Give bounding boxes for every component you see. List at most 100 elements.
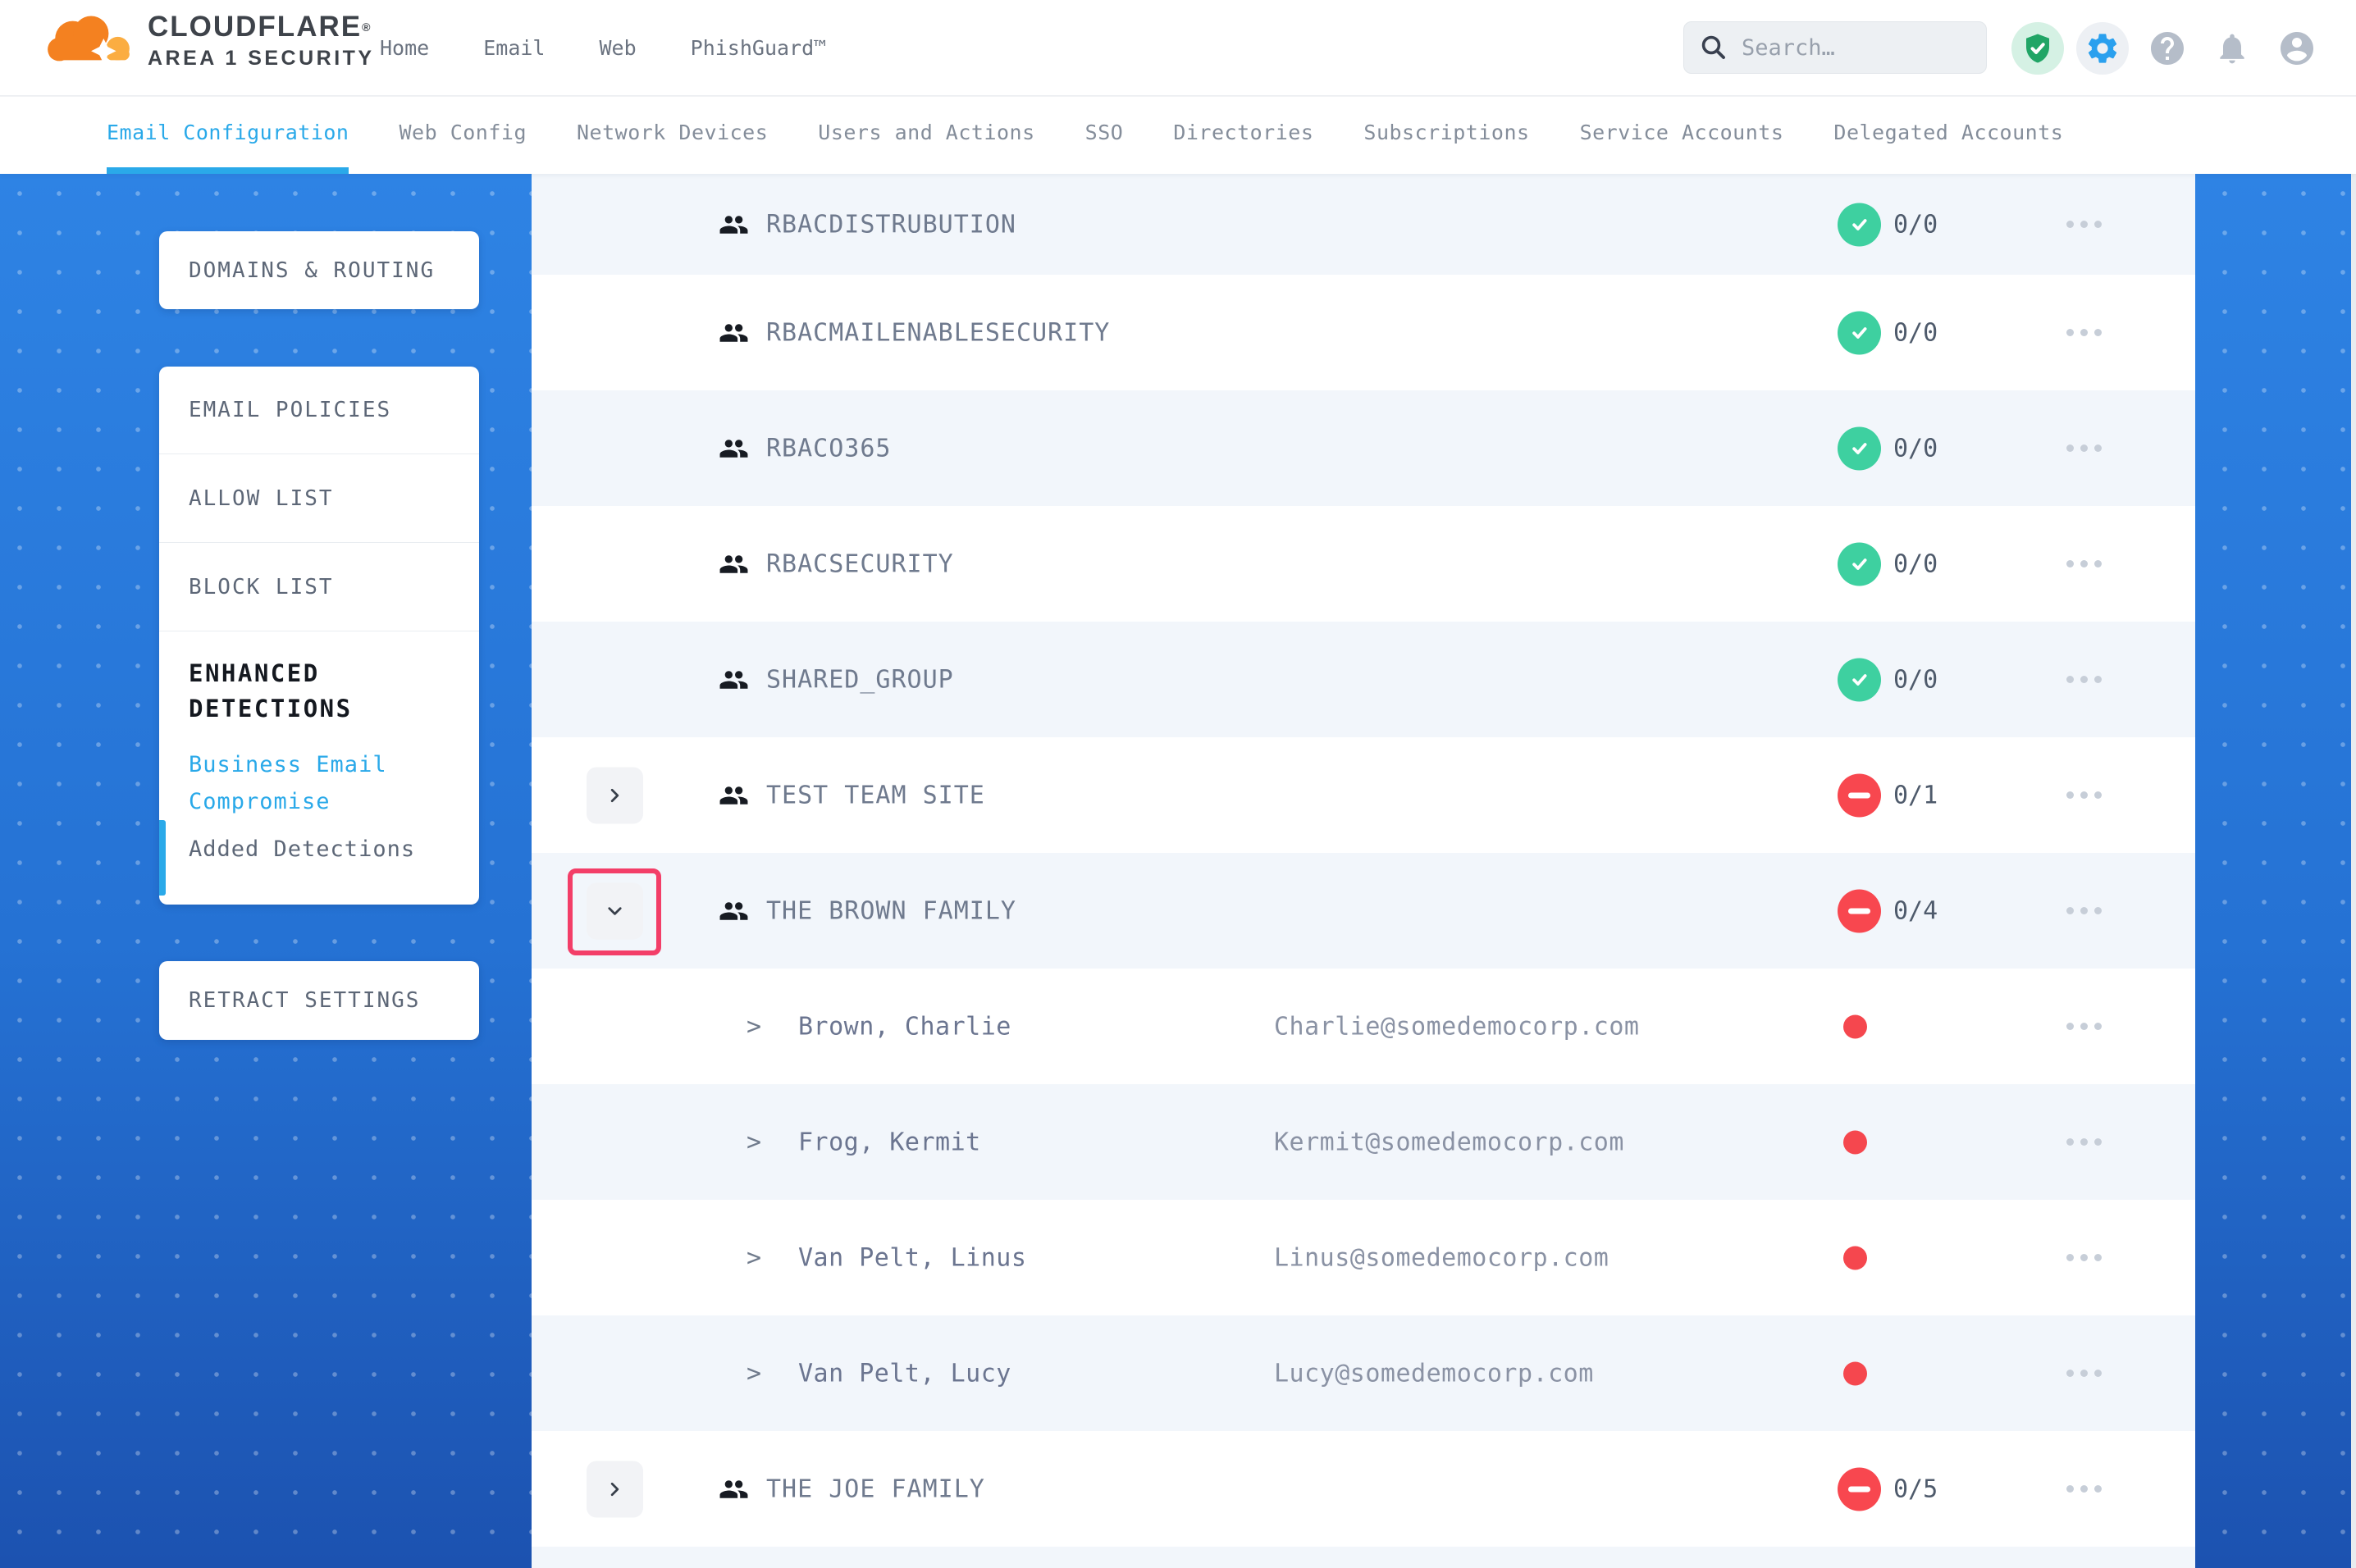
status-check-badge (1838, 542, 1881, 586)
member-count: 0/0 (1893, 549, 1938, 578)
member-count: 0/0 (1893, 665, 1938, 694)
account-button[interactable] (2271, 22, 2323, 75)
group-name: RBACSECURITY (766, 549, 954, 578)
table-row: THE JOE FAMILY 0/5 (532, 1431, 2195, 1547)
minus-icon (1848, 792, 1870, 798)
minus-icon (1848, 908, 1870, 914)
groups-table: RBACDISTRUBUTION 0/0 RBACMAILENABLESECUR… (532, 174, 2195, 1568)
member-name: Frog, Kermit (798, 1128, 981, 1156)
sidebar-item-retract-settings[interactable]: RETRACT SETTINGS (189, 988, 420, 1013)
scrollbar[interactable] (2351, 96, 2356, 1568)
tab-sso[interactable]: SSO (1085, 97, 1124, 174)
row-menu-button[interactable] (2046, 1465, 2121, 1514)
group-icon (719, 317, 749, 348)
group-icon (719, 433, 749, 463)
expand-button[interactable] (587, 1461, 643, 1517)
notifications-button[interactable] (2206, 22, 2258, 75)
top-header: CLOUDFLARE® AREA 1 SECURITY Home Email W… (0, 0, 2356, 96)
nav-web[interactable]: Web (599, 36, 636, 60)
member-count: 0/4 (1893, 896, 1938, 925)
status-dot (1843, 1246, 1867, 1269)
member-count: 0/0 (1893, 210, 1938, 239)
status-check-badge (1838, 203, 1881, 246)
security-shield-button[interactable] (2011, 22, 2064, 75)
sidebar-item-block-list[interactable]: BLOCK LIST (159, 542, 479, 631)
row-menu-button[interactable] (2046, 424, 2121, 473)
sidebar-card-retract-settings[interactable]: RETRACT SETTINGS (159, 961, 479, 1040)
nav-home[interactable]: Home (380, 36, 429, 60)
ellipsis-icon (2080, 560, 2088, 567)
status-minus-badge (1838, 889, 1881, 932)
bell-icon (2214, 30, 2250, 66)
group-name: TEST TEAM SITE (766, 781, 985, 809)
group-name: RBACDISTRUBUTION (766, 210, 1016, 239)
member-email: Linus@somedemocorp.com (1274, 1243, 1609, 1272)
table-row: SHARED_GROUP 0/0 (532, 622, 2195, 737)
row-menu-button[interactable] (2046, 540, 2121, 589)
member-email: Charlie@somedemocorp.com (1274, 1012, 1639, 1041)
tab-email-configuration[interactable]: Email Configuration (107, 97, 349, 174)
sidebar-item-added-detections[interactable]: Added Detections (189, 836, 456, 862)
row-menu-button[interactable] (2046, 1349, 2121, 1398)
chevron-right-icon[interactable]: > (747, 1128, 761, 1156)
active-item-indicator (159, 820, 166, 896)
row-menu-button[interactable] (2046, 1118, 2121, 1167)
nav-email[interactable]: Email (483, 36, 545, 60)
ellipsis-icon (2080, 444, 2088, 452)
row-menu-button[interactable] (2046, 655, 2121, 704)
group-icon (719, 780, 749, 810)
chevron-right-icon (604, 1478, 626, 1500)
collapse-button[interactable] (587, 882, 643, 939)
chevron-down-icon (604, 900, 626, 922)
config-subnav: Email Configuration Web Config Network D… (0, 96, 2356, 174)
tab-web-config[interactable]: Web Config (399, 97, 527, 174)
member-count: 0/0 (1893, 318, 1938, 347)
sidebar-card-policies: EMAIL POLICIES ALLOW LIST BLOCK LIST ENH… (159, 367, 479, 905)
table-row: THE BROWN FAMILY 0/4 (532, 853, 2195, 969)
header-icons (2011, 0, 2323, 96)
status-dot (1843, 1361, 1867, 1385)
settings-button[interactable] (2076, 22, 2129, 75)
row-menu-button[interactable] (2046, 771, 2121, 820)
tab-network-devices[interactable]: Network Devices (577, 97, 768, 174)
nav-phishguard[interactable]: PhishGuard™ (691, 36, 827, 60)
cloudflare-logo[interactable]: CLOUDFLARE® AREA 1 SECURITY (43, 11, 375, 71)
logo-text: CLOUDFLARE® AREA 1 SECURITY (148, 12, 375, 71)
table-row: RBACDISTRUBUTION 0/0 (532, 174, 2195, 275)
account-icon (2277, 29, 2317, 68)
table-row: > Van Pelt, Linus Linus@somedemocorp.com (532, 1200, 2195, 1315)
row-menu-button[interactable] (2046, 1002, 2121, 1051)
group-name: THE BROWN FAMILY (766, 896, 1016, 925)
tab-directories[interactable]: Directories (1173, 97, 1313, 174)
search-input[interactable] (1740, 34, 1971, 62)
tab-users-and-actions[interactable]: Users and Actions (818, 97, 1034, 174)
chevron-right-icon[interactable]: > (747, 1243, 761, 1272)
table-row-partial (532, 1547, 2195, 1568)
table-row: TEST TEAM SITE 0/1 (532, 737, 2195, 853)
search-box[interactable] (1683, 21, 1987, 74)
tab-service-accounts[interactable]: Service Accounts (1580, 97, 1784, 174)
sidebar-section-enhanced-detections: ENHANCED DETECTIONS Business Email Compr… (159, 631, 479, 862)
row-menu-button[interactable] (2046, 308, 2121, 358)
chevron-right-icon[interactable]: > (747, 1012, 761, 1041)
sidebar-item-email-policies[interactable]: EMAIL POLICIES (159, 367, 479, 454)
expand-button[interactable] (587, 767, 643, 823)
sidebar-item-business-email-compromise[interactable]: Business Email Compromise (189, 746, 435, 820)
group-icon (719, 209, 749, 239)
shield-check-icon (2020, 31, 2055, 66)
sidebar-card-domains-routing[interactable]: DOMAINS & ROUTING (159, 231, 479, 309)
sidebar-item-allow-list[interactable]: ALLOW LIST (159, 454, 479, 542)
table-row: RBACMAILENABLESECURITY 0/0 (532, 275, 2195, 390)
group-icon (719, 1474, 749, 1504)
row-menu-button[interactable] (2046, 200, 2121, 249)
status-check-badge (1838, 311, 1881, 354)
ellipsis-icon (2080, 1370, 2088, 1377)
sidebar-item-domains-routing[interactable]: DOMAINS & ROUTING (189, 258, 435, 283)
row-menu-button[interactable] (2046, 887, 2121, 936)
tab-delegated-accounts[interactable]: Delegated Accounts (1833, 97, 2063, 174)
tab-subscriptions[interactable]: Subscriptions (1363, 97, 1529, 174)
row-menu-button[interactable] (2046, 1233, 2121, 1283)
chevron-right-icon[interactable]: > (747, 1359, 761, 1388)
help-button[interactable] (2141, 22, 2194, 75)
search-icon (1699, 33, 1728, 62)
